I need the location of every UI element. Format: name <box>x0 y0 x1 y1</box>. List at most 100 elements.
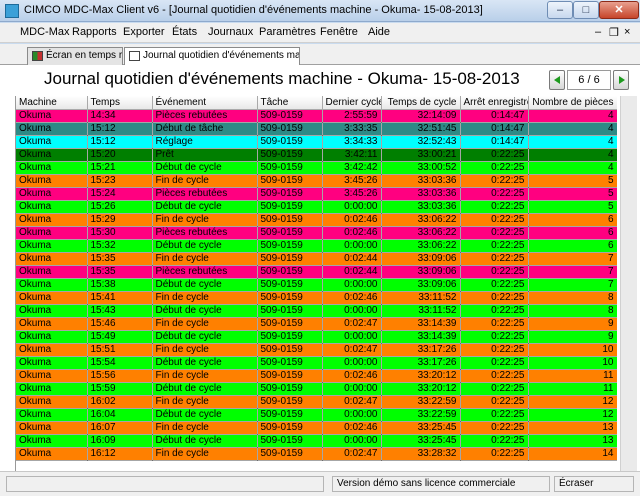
window-title: CIMCO MDC-Max Client v6 - [Journal quoti… <box>24 4 483 16</box>
table-row[interactable]: Okuma 15:43 Début de cycle 509-0159 0:00:00 3… <box>16 304 617 318</box>
table-cell: 15:41 <box>87 291 153 305</box>
table-cell: Okuma <box>16 382 88 396</box>
table-cell: 0:00:00 <box>322 239 382 253</box>
table-cell: 33:22:59 <box>381 395 461 409</box>
table-row[interactable]: Okuma 15:21 Début de cycle 509-0159 3:42:42 3… <box>16 161 617 175</box>
table-cell: 509-0159 <box>257 174 323 188</box>
table-row[interactable]: Okuma 15:35 Pièces rebutées 509-0159 0:02:44… <box>16 265 617 279</box>
mdi-restore-icon[interactable]: ❐ <box>609 26 619 39</box>
table-cell: 0:22:25 <box>460 421 529 435</box>
table-row[interactable]: Okuma 15:38 Début de cycle 509-0159 0:00:00 3… <box>16 278 617 292</box>
menu-exporter[interactable]: Exporter <box>123 26 165 38</box>
table-row[interactable]: Okuma 15:54 Début de cycle 509-0159 0:00:00 3… <box>16 356 617 370</box>
table-row[interactable]: Okuma 15:30 Pièces rebutées 509-0159 0:02:46… <box>16 226 617 240</box>
col-temps-de-cycle[interactable]: Temps de cycle <box>381 96 461 110</box>
menu-aide[interactable]: Aide <box>368 26 390 38</box>
table-row[interactable]: Okuma 15:26 Début de cycle 509-0159 0:00:00 3… <box>16 200 617 214</box>
table-cell: 2:55:59 <box>322 109 382 123</box>
table-row[interactable]: Okuma 15:51 Fin de cycle 509-0159 0:02:47 33:… <box>16 343 617 357</box>
table-row[interactable]: Okuma 14:34 Pièces rebutées 509-0159 2:55:59… <box>16 109 617 123</box>
table-row[interactable]: Okuma 15:59 Début de cycle 509-0159 0:00:00 3… <box>16 382 617 396</box>
report-area: Journal quotidien d'événements machine -… <box>0 65 640 471</box>
table-row[interactable]: Okuma 15:41 Fin de cycle 509-0159 0:02:46 33:… <box>16 291 617 305</box>
table-cell: 13 <box>528 434 617 448</box>
table-row[interactable]: Okuma 16:07 Fin de cycle 509-0159 0:02:46 33:… <box>16 421 617 435</box>
table-row[interactable]: Okuma 16:12 Fin de cycle 509-0159 0:02:47 33:… <box>16 447 617 461</box>
col-temps[interactable]: Temps <box>87 96 153 110</box>
col-nombre-de-pieces[interactable]: Nombre de pièces <box>528 96 617 110</box>
table-cell: Okuma <box>16 395 88 409</box>
table-row[interactable]: Okuma 16:04 Début de cycle 509-0159 0:00:00 3… <box>16 408 617 422</box>
table-cell: 0:22:25 <box>460 278 529 292</box>
vertical-scrollbar[interactable] <box>620 96 637 471</box>
table-cell: 33:14:39 <box>381 330 461 344</box>
menu-fenetre[interactable]: Fenêtre <box>320 26 358 38</box>
table-cell: 16:09 <box>87 434 153 448</box>
table-cell: Prêt <box>152 148 258 162</box>
table-row[interactable]: Okuma 15:12 Réglage 509-0159 3:34:33 32:52:43… <box>16 135 617 149</box>
table-row[interactable]: Okuma 16:02 Fin de cycle 509-0159 0:02:47 33:… <box>16 395 617 409</box>
table-cell: Okuma <box>16 200 88 214</box>
table-cell: 0:22:25 <box>460 226 529 240</box>
col-dernier-cycle[interactable]: Dernier cycle <box>322 96 382 110</box>
table-row[interactable]: Okuma 15:29 Fin de cycle 509-0159 0:02:46 33:… <box>16 213 617 227</box>
table-row[interactable]: Okuma 15:12 Début de tâche 509-0159 3:33:35 3… <box>16 122 617 136</box>
minimize-button[interactable]: – <box>547 1 573 19</box>
table-cell: 5 <box>528 174 617 188</box>
table-cell: Réglage <box>152 135 258 149</box>
table-cell: 0:22:25 <box>460 382 529 396</box>
table-row[interactable]: Okuma 15:24 Pièces rebutées 509-0159 3:45:26… <box>16 187 617 201</box>
table-cell: 33:06:22 <box>381 239 461 253</box>
col-evenement[interactable]: Événement <box>152 96 258 110</box>
table-cell: 15:12 <box>87 122 153 136</box>
table-cell: 0:00:00 <box>322 382 382 396</box>
table-row[interactable]: Okuma 15:49 Début de cycle 509-0159 0:00:00 3… <box>16 330 617 344</box>
table-cell: 6 <box>528 239 617 253</box>
mdi-minimize-icon[interactable]: – <box>595 26 601 38</box>
tab-daily-journal-label: Journal quotidien d'événements machin... <box>143 50 300 61</box>
table-row[interactable]: Okuma 16:09 Début de cycle 509-0159 0:00:00 3… <box>16 434 617 448</box>
tab-realtime[interactable]: Écran en temps rée <box>27 47 123 65</box>
table-cell: 509-0159 <box>257 447 323 461</box>
table-row[interactable]: Okuma 15:56 Fin de cycle 509-0159 0:02:46 33:… <box>16 369 617 383</box>
table-cell: 0:02:46 <box>322 369 382 383</box>
table-cell: 0:02:46 <box>322 291 382 305</box>
menu-mdc-max[interactable]: MDC-Max <box>20 26 70 38</box>
maximize-button[interactable]: □ <box>573 1 599 19</box>
table-row[interactable]: Okuma 15:35 Fin de cycle 509-0159 0:02:44 33:… <box>16 252 617 266</box>
menu-rapports[interactable]: Rapports <box>72 26 117 38</box>
table-cell: 3:45:26 <box>322 174 382 188</box>
table-row[interactable]: Okuma 15:46 Fin de cycle 509-0159 0:02:47 33:… <box>16 317 617 331</box>
prev-page-button[interactable] <box>549 70 565 90</box>
table-cell: 33:20:12 <box>381 369 461 383</box>
table-cell: 33:03:36 <box>381 200 461 214</box>
table-cell: 0:14:47 <box>460 122 529 136</box>
table-cell: Fin de cycle <box>152 369 258 383</box>
col-machine[interactable]: Machine <box>16 96 88 110</box>
table-cell: 0:02:47 <box>322 447 382 461</box>
menu-journaux[interactable]: Journaux <box>208 26 253 38</box>
table-row[interactable]: Okuma 15:32 Début de cycle 509-0159 0:00:00 3… <box>16 239 617 253</box>
app-icon <box>5 4 19 18</box>
table-cell: Okuma <box>16 213 88 227</box>
col-arret-enregistre[interactable]: Arrêt enregistré <box>460 96 529 110</box>
table-row[interactable]: Okuma 15:20 Prêt 509-0159 3:42:11 33:00:21 0:2… <box>16 148 617 162</box>
table-cell: Okuma <box>16 356 88 370</box>
menu-parametres[interactable]: Paramètres <box>259 26 316 38</box>
table-cell: Okuma <box>16 330 88 344</box>
table-cell: Fin de cycle <box>152 447 258 461</box>
menu-etats[interactable]: États <box>172 26 197 38</box>
table-cell: 13 <box>528 421 617 435</box>
mdi-close-icon[interactable]: × <box>624 26 630 38</box>
table-cell: Pièces rebutées <box>152 109 258 123</box>
table-cell: Okuma <box>16 239 88 253</box>
next-page-button[interactable] <box>613 70 629 90</box>
table-row[interactable]: Okuma 15:23 Fin de cycle 509-0159 3:45:26 33:… <box>16 174 617 188</box>
col-tache[interactable]: Tâche <box>257 96 323 110</box>
close-button[interactable]: ✕ <box>599 1 639 19</box>
table-cell: Okuma <box>16 174 88 188</box>
table-cell: 10 <box>528 343 617 357</box>
table-cell: 33:17:26 <box>381 356 461 370</box>
tab-daily-journal[interactable]: Journal quotidien d'événements machin... <box>124 47 300 65</box>
table-cell: 509-0159 <box>257 408 323 422</box>
